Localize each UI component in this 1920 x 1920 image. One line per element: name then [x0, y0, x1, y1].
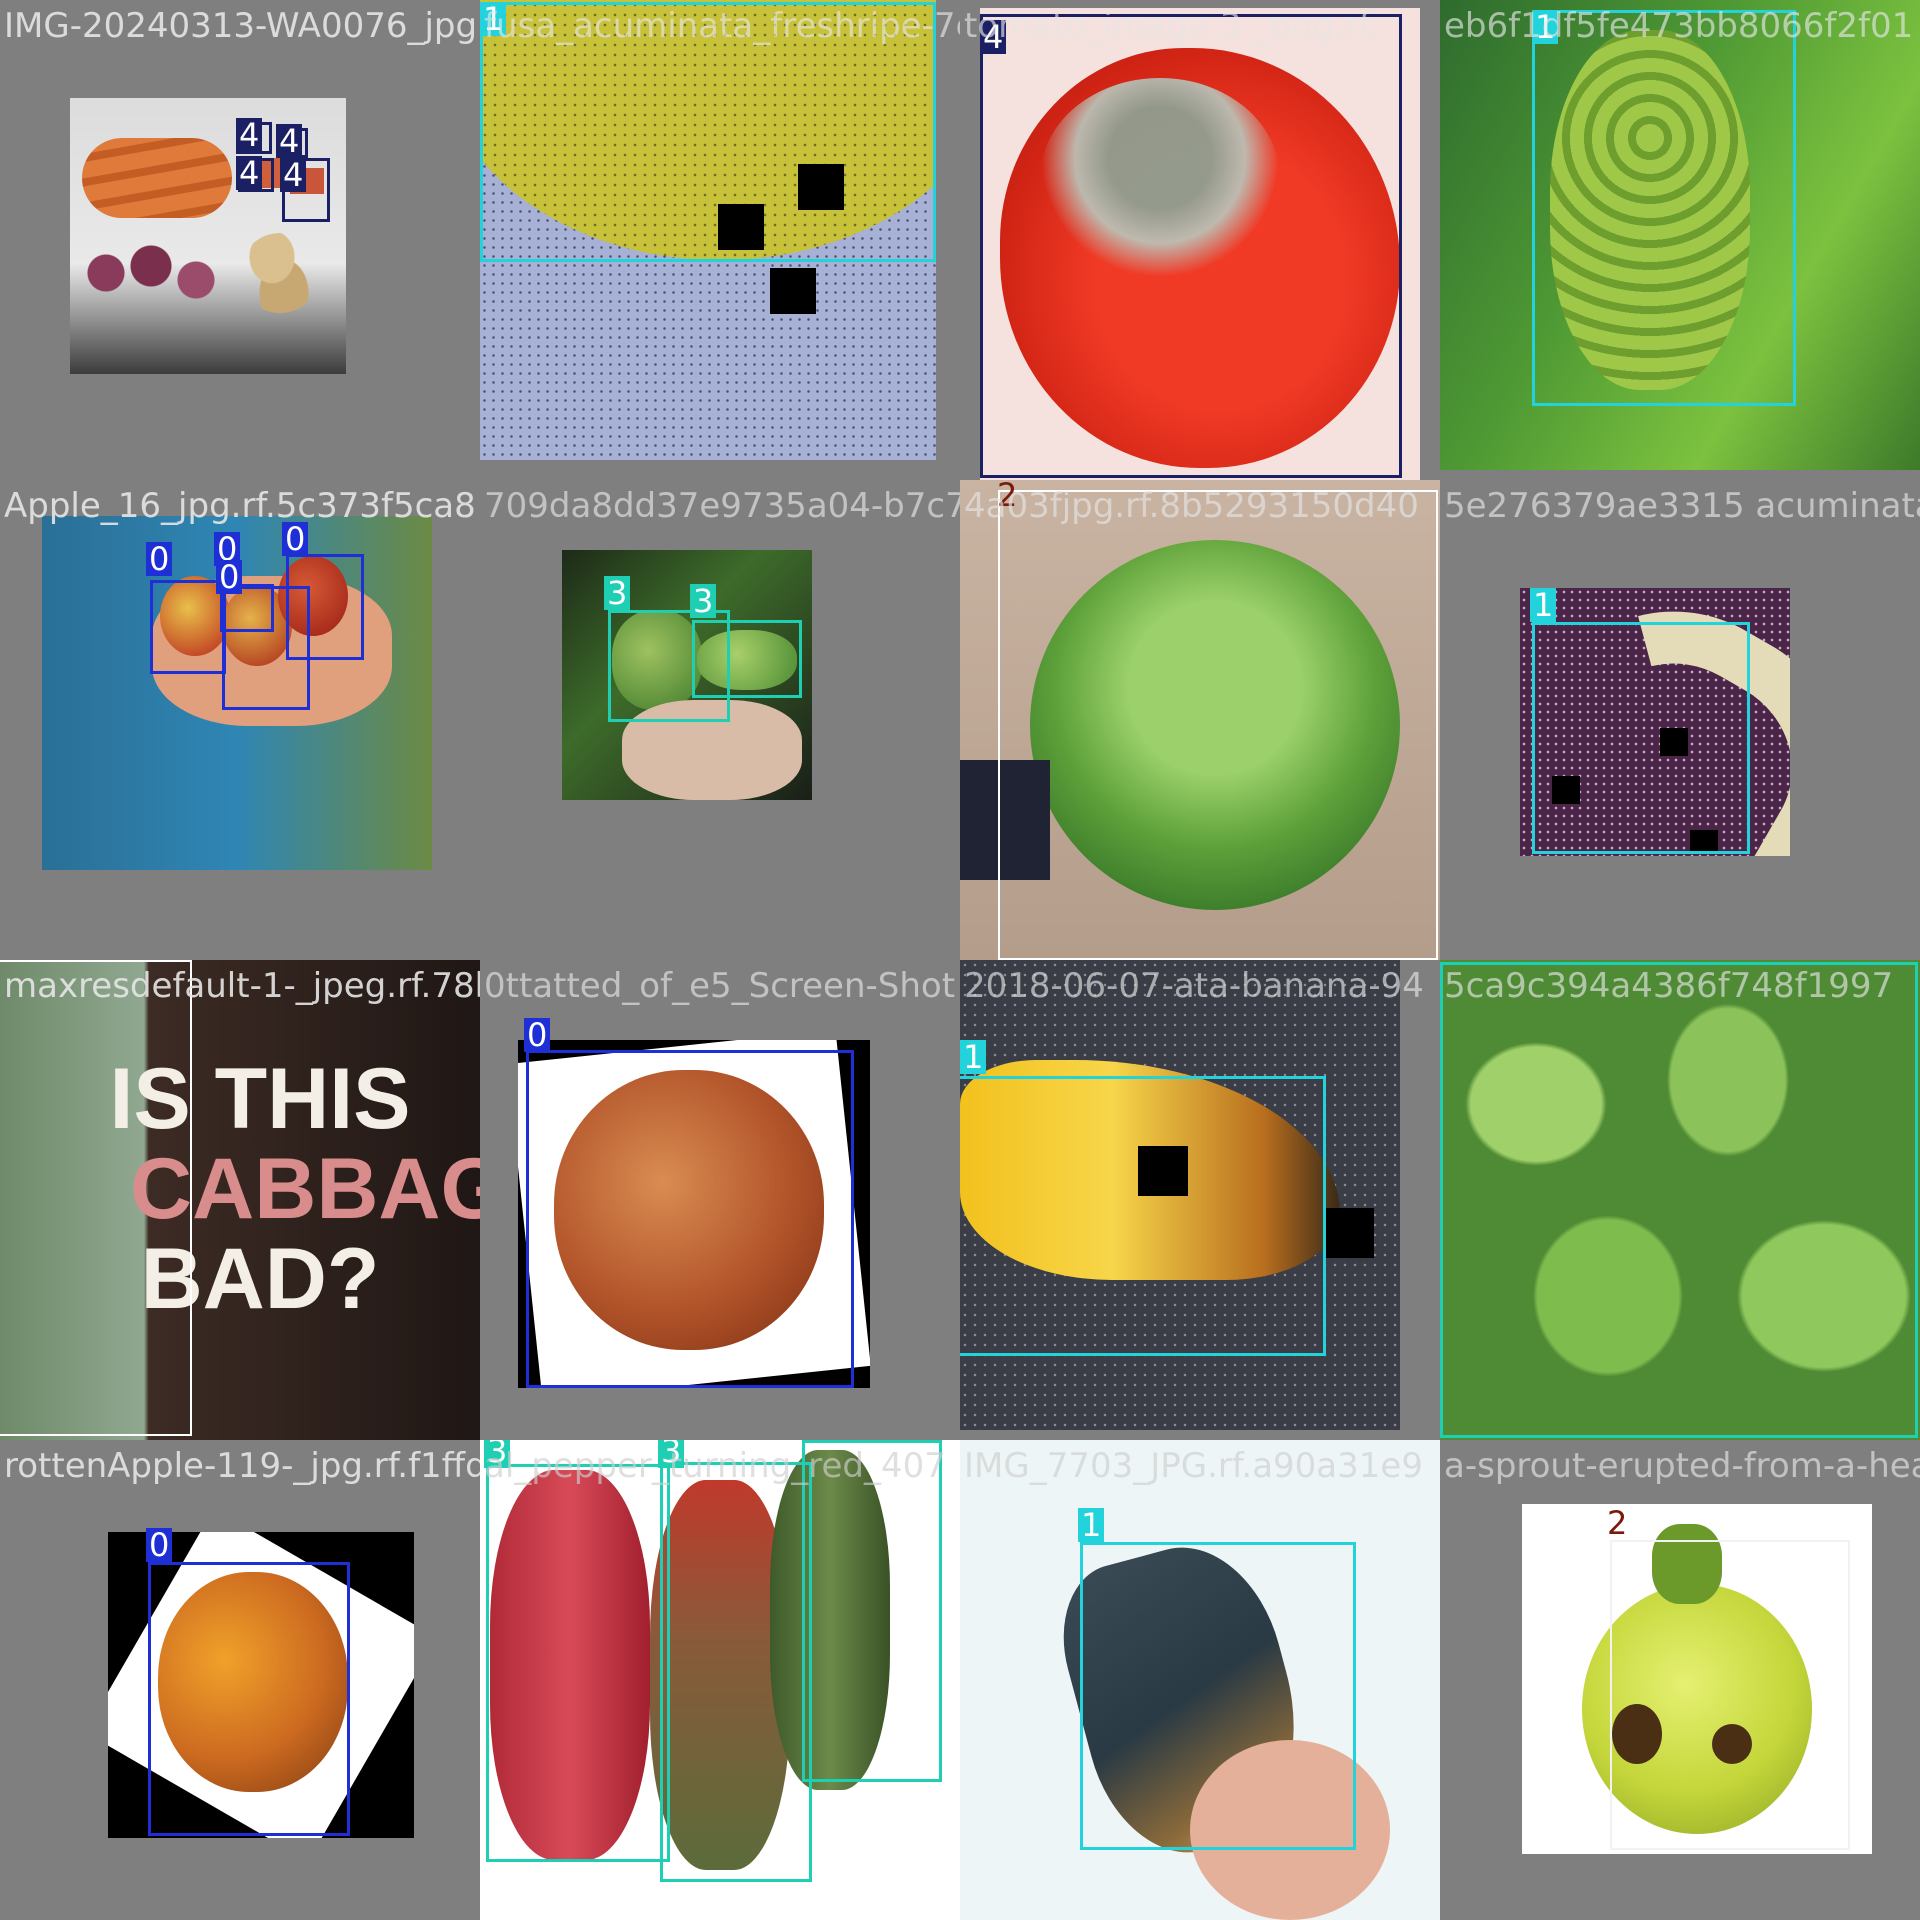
tile-blackened-banana: 1 IMG_7703_JPG.rf.a90a31e9 — [960, 1440, 1440, 1920]
filename-caption: 4a03fjpg.rf.8b5293150d40 — [964, 486, 1419, 526]
label-tag: 3 — [604, 576, 631, 610]
bbox-class-2 — [1610, 1540, 1850, 1850]
bbox-class-3 — [1440, 962, 1918, 1438]
tile-rotten-apple-rotated: 0 rottenApple-119-_jpg.rf.f1ffd — [0, 1440, 480, 1920]
label-tag: 1 — [1078, 1508, 1105, 1542]
filename-caption: 0ttatted_of_e5_Screen-Shot — [484, 966, 956, 1006]
bbox-class-3 — [802, 1440, 942, 1782]
filename-caption: al_pepper_turning_red_407 — [484, 1446, 946, 1486]
tile-banana-purple: 1 5e276379ae3315 acuminata-banana-e4 — [1440, 480, 1920, 960]
filename-caption: Apple_16_jpg.rf.5c373f5ca8 — [4, 486, 476, 526]
filename-caption: tomato_image 3 _png.rf. — [964, 6, 1380, 46]
bbox-class-3 — [660, 1462, 812, 1882]
tile-moldy-tomato: 4 tomato_image 3 _png.rf. — [960, 0, 1440, 480]
label-tag: 4 — [280, 158, 307, 192]
bbox-class-2 — [0, 960, 192, 1436]
tile-peppers-turning-red: 3 3 3 al_pepper_turning_red_407 — [480, 1440, 960, 1920]
tile-apples-in-hands: 0 0 0 0 Apple_16_jpg.rf.5c373f5ca8 — [0, 480, 480, 960]
cutout-block — [1324, 1208, 1374, 1258]
bbox-class-1 — [960, 1076, 1326, 1356]
bbox-class-0 — [526, 1050, 854, 1388]
bbox-class-0 — [286, 554, 364, 660]
filename-caption: eb6f1df5fe473bb8066f2f01 — [1444, 6, 1914, 46]
label-tag: 1 — [1530, 588, 1557, 622]
label-tag: 1 — [960, 1040, 987, 1074]
filename-caption: 5ca9c394a4386f748f1997 — [1444, 966, 1894, 1006]
tile-banana-bunch: 1 eb6f1df5fe473bb8066f2f01 — [1440, 0, 1920, 480]
label-tag: 0 — [216, 560, 243, 594]
label-tag: 0 — [146, 1528, 173, 1562]
label-tag: 0 — [282, 522, 309, 556]
tile-banana-fresh: 1 fusa_acuminata_freshripe-7e — [480, 0, 960, 480]
bbox-class-1 — [1532, 10, 1796, 406]
filename-caption: rottenApple-119-_jpg.rf.f1ffd — [4, 1446, 480, 1486]
filename-caption: fusa_acuminata_freshripe-7e — [484, 6, 960, 46]
tile-rotten-apple: 0 0ttatted_of_e5_Screen-Shot — [480, 960, 960, 1440]
training-batch-mosaic: 4 4 4 4 IMG-20240313-WA0076_jpg.rf. 1 fu… — [0, 0, 1920, 1920]
label-tag: 3 — [690, 584, 717, 618]
tile-bell-peppers-plant: 3 3 709da8dd37e9735a04-b7c7-4 — [480, 480, 960, 960]
label-tag: 4 — [276, 124, 303, 158]
label-tag: 0 — [524, 1018, 551, 1052]
tile-cabbage-thumbnail: IS THIS CABBAGE BAD? 2 maxresdefault-1-_… — [0, 960, 480, 1440]
bbox-class-0 — [150, 580, 226, 674]
bbox-class-4 — [980, 14, 1402, 478]
filename-caption: 2018-06-07-ata-banana-94 — [964, 966, 1424, 1006]
tile-ripening-banana: 1 2018-06-07-ata-banana-94 — [960, 960, 1440, 1440]
bbox-class-3 — [486, 1464, 670, 1862]
tile-cabbage: 2 4a03fjpg.rf.8b5293150d40 — [960, 480, 1440, 960]
cutout-block — [770, 268, 816, 314]
label-tag: 4 — [236, 118, 263, 152]
bbox-class-1 — [1080, 1542, 1356, 1850]
filename-caption: 5e276379ae3315 acuminata-banana-e4 — [1444, 486, 1920, 526]
bbox-class-3 — [692, 620, 802, 698]
tile-sprouting-cabbage: 2 a-sprout-erupted-from-a-hea — [1440, 1440, 1920, 1920]
tile-green-peppers: 3 5ca9c394a4386f748f1997 — [1440, 960, 1920, 1440]
filename-caption: IMG-20240313-WA0076_jpg.rf. — [4, 6, 480, 46]
bbox-class-2 — [998, 490, 1438, 960]
filename-caption: maxresdefault-1-_jpeg.rf.78b — [4, 966, 480, 1006]
label-tag: 2 — [1607, 1504, 1628, 1542]
filename-caption: IMG_7703_JPG.rf.a90a31e9 — [964, 1446, 1423, 1486]
bbox-class-0 — [148, 1562, 350, 1836]
label-tag: 4 — [236, 156, 263, 190]
filename-caption: a-sprout-erupted-from-a-hea — [1444, 1446, 1920, 1486]
bbox-class-1 — [1532, 622, 1750, 854]
label-tag: 0 — [146, 542, 173, 576]
tile-mixed-vegetables: 4 4 4 4 IMG-20240313-WA0076_jpg.rf. — [0, 0, 480, 480]
filename-caption: 709da8dd37e9735a04-b7c7-4 — [484, 486, 960, 526]
